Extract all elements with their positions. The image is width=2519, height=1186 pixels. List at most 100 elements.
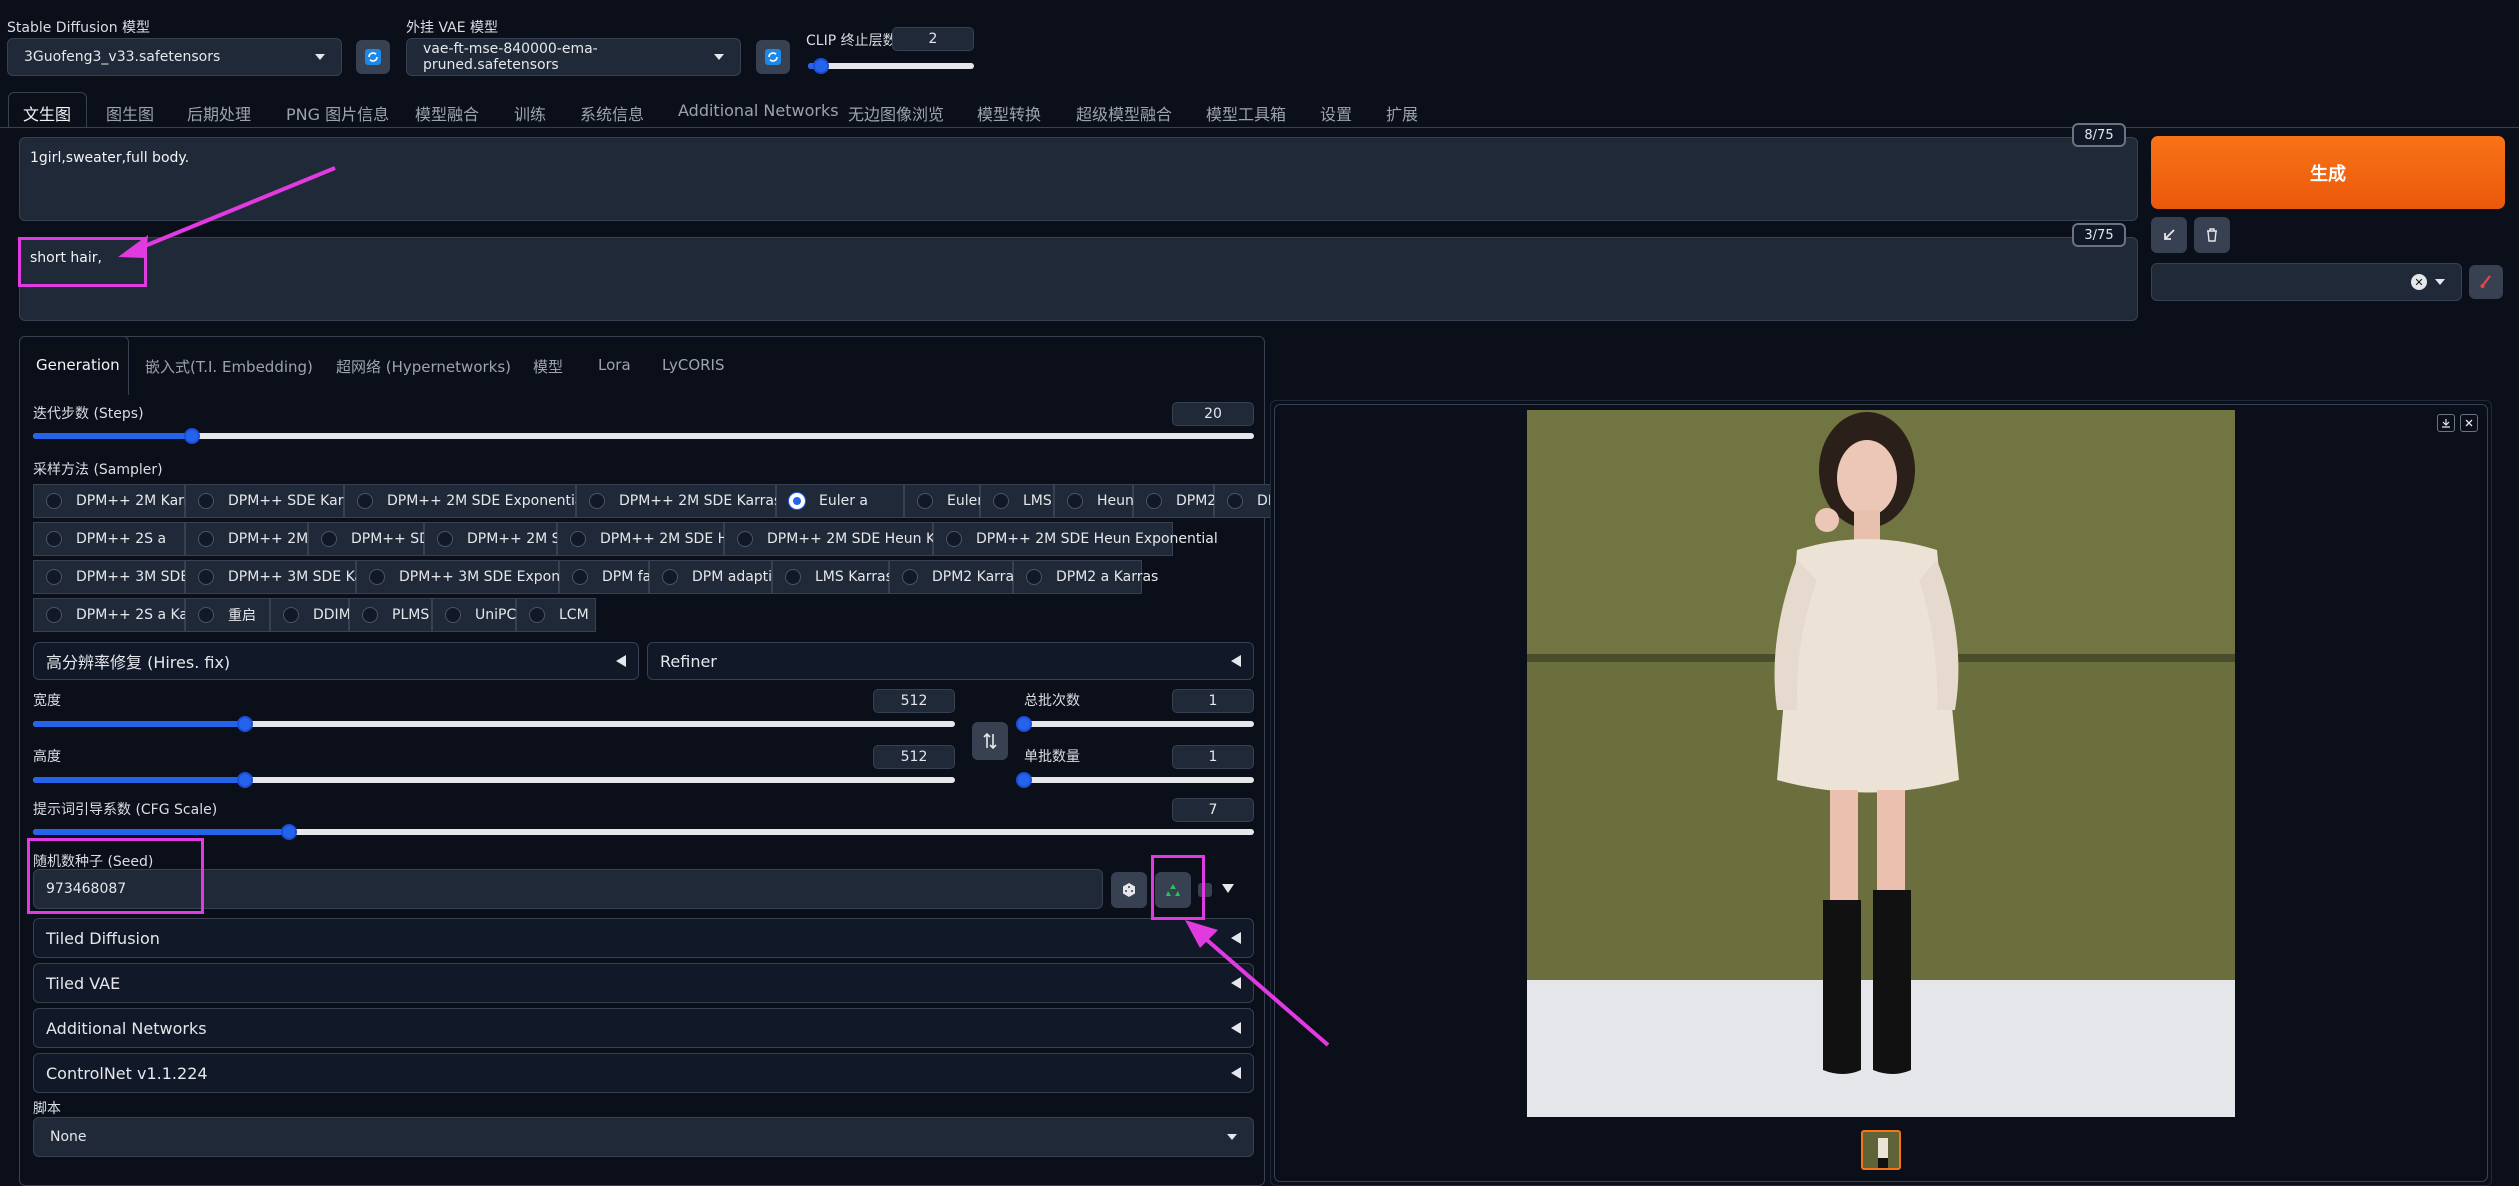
clip-slider[interactable] <box>808 58 974 74</box>
generated-image[interactable] <box>1527 410 2235 1117</box>
sampler-option[interactable]: DPM++ 2M SDE Heun <box>557 522 755 556</box>
height-slider[interactable] <box>33 772 955 788</box>
sampler-option[interactable]: Euler a <box>776 484 904 518</box>
tab-0[interactable]: 文生图 <box>23 101 71 125</box>
sampler-option[interactable]: DPM++ SDE <box>308 522 439 556</box>
radio-icon <box>993 493 1009 509</box>
batch-size-slider[interactable] <box>1016 772 1254 788</box>
sampler-option[interactable]: 重启 <box>185 598 270 632</box>
sampler-option[interactable]: LCM <box>516 598 596 632</box>
sampler-option[interactable]: DPM2 a Karras <box>1013 560 1158 594</box>
sampler-option[interactable]: DPM++ 3M SDE Exponential <box>356 560 599 594</box>
tab-2[interactable]: 后期处理 <box>187 101 251 125</box>
sampler-option[interactable]: DPM++ SDE Karras <box>185 484 365 518</box>
tab-11[interactable]: 模型工具箱 <box>1206 101 1286 125</box>
download-button[interactable] <box>2437 414 2455 432</box>
read-params-button[interactable] <box>2151 217 2187 253</box>
cfg-value[interactable]: 7 <box>1172 798 1254 822</box>
refresh-model-button[interactable] <box>356 40 390 74</box>
sampler-option[interactable]: DPM2 Karras <box>889 560 1021 594</box>
tab-13[interactable]: 扩展 <box>1386 101 1418 125</box>
batch-count-slider[interactable] <box>1016 716 1254 732</box>
sampler-option[interactable]: DPM++ 2S a <box>33 522 185 556</box>
clear-icon[interactable]: ✕ <box>2411 274 2427 290</box>
batch-count-slider-knob[interactable] <box>1016 716 1032 732</box>
width-value[interactable]: 512 <box>873 689 955 713</box>
width-slider-knob[interactable] <box>237 716 254 732</box>
tab-12[interactable]: 设置 <box>1320 101 1352 125</box>
subtab-4[interactable]: Lora <box>598 356 631 374</box>
sd-model-dropdown[interactable]: 3Guofeng3_v33.safetensors <box>7 38 342 76</box>
sampler-option[interactable]: Heun <box>1054 484 1134 518</box>
sampler-option[interactable]: DPM++ 3M SDE <box>33 560 189 594</box>
steps-slider[interactable] <box>33 428 1254 444</box>
vae-dropdown[interactable]: vae-ft-mse-840000-ema-pruned.safetensors <box>406 38 741 76</box>
sampler-option[interactable]: DPM2 <box>1133 484 1216 518</box>
refresh-vae-button[interactable] <box>756 40 790 74</box>
sampler-option[interactable]: UniPC <box>432 598 516 632</box>
random-seed-button[interactable] <box>1111 872 1147 908</box>
steps-slider-knob[interactable] <box>183 428 200 444</box>
script-value: None <box>50 1129 87 1145</box>
sampler-option[interactable]: DPM++ 2M SDE Heun Exponential <box>933 522 1218 556</box>
tab-9[interactable]: 模型转换 <box>977 101 1041 125</box>
edit-styles-button[interactable] <box>2469 265 2503 299</box>
subtab-2[interactable]: 超网络 (Hypernetworks) <box>336 356 511 377</box>
generate-button[interactable]: 生成 <box>2151 136 2505 209</box>
refiner-accordion[interactable]: Refiner <box>647 642 1254 680</box>
batch-size-value[interactable]: 1 <box>1172 745 1254 769</box>
subtab-3[interactable]: 模型 <box>533 356 563 377</box>
tab-1[interactable]: 图生图 <box>106 101 154 125</box>
sampler-option[interactable]: DPM++ 2M SDE Exponential <box>344 484 587 518</box>
sampler-option[interactable]: Euler <box>904 484 983 518</box>
swap-dimensions-button[interactable] <box>972 722 1008 760</box>
sampler-option[interactable]: DPM++ 2M SDE Heun Karras <box>724 522 971 556</box>
height-value[interactable]: 512 <box>873 745 955 769</box>
hires-fix-accordion[interactable]: 高分辨率修复 (Hires. fix) <box>33 642 639 680</box>
accordion-label: ControlNet v1.1.224 <box>46 1063 208 1083</box>
style-dropdown[interactable]: ✕ <box>2151 263 2462 301</box>
sampler-option[interactable]: DPM adaptive <box>649 560 789 594</box>
sampler-option-label: DPM++ 3M SDE <box>76 569 190 585</box>
sampler-option[interactable]: DDIM <box>270 598 351 632</box>
accordion-2[interactable]: Additional Networks <box>33 1008 1254 1048</box>
tab-10[interactable]: 超级模型融合 <box>1076 101 1172 125</box>
width-slider[interactable] <box>33 716 955 732</box>
batch-count-value[interactable]: 1 <box>1172 689 1254 713</box>
sampler-option[interactable]: DPM++ 2M Karras <box>33 484 205 518</box>
subtab-5[interactable]: LyCORIS <box>662 356 725 374</box>
batch-size-slider-knob[interactable] <box>1016 772 1032 788</box>
tab-3[interactable]: PNG 图片信息 <box>286 101 389 125</box>
height-slider-knob[interactable] <box>237 772 254 788</box>
sampler-option[interactable]: DPM++ 2M SDE Karras <box>576 484 781 518</box>
accordion-3[interactable]: ControlNet v1.1.224 <box>33 1053 1254 1093</box>
sampler-option[interactable]: LMS <box>980 484 1054 518</box>
tab-4[interactable]: 模型融合 <box>415 101 479 125</box>
accordion-0[interactable]: Tiled Diffusion <box>33 918 1254 958</box>
clip-value[interactable]: 2 <box>892 27 974 51</box>
sampler-option[interactable]: DPM++ 2M <box>185 522 308 556</box>
subtab-1[interactable]: 嵌入式(T.I. Embedding) <box>145 356 313 377</box>
tab-6[interactable]: 系统信息 <box>580 101 644 125</box>
positive-prompt-input[interactable]: 1girl,sweater,full body. <box>19 137 2138 221</box>
tab-5[interactable]: 训练 <box>514 101 546 125</box>
accordion-1[interactable]: Tiled VAE <box>33 963 1254 1003</box>
subtab-0[interactable]: Generation <box>36 356 120 374</box>
sampler-option[interactable]: PLMS <box>349 598 432 632</box>
sampler-option[interactable]: DPM fast <box>559 560 664 594</box>
negative-prompt-input[interactable]: short hair, <box>19 237 2138 321</box>
extra-seed-toggle-icon[interactable] <box>1222 884 1234 893</box>
steps-value[interactable]: 20 <box>1172 402 1254 426</box>
sampler-option[interactable]: DPM++ 3M SDE Karras <box>185 560 390 594</box>
cfg-slider[interactable] <box>33 824 1254 840</box>
tab-8[interactable]: 无边图像浏览 <box>848 101 944 125</box>
tab-7[interactable]: Additional Networks <box>678 101 839 120</box>
thumbnail-image[interactable] <box>1861 1130 1901 1170</box>
sampler-option[interactable]: DPM++ 2M SDE <box>424 522 580 556</box>
clear-prompt-button[interactable] <box>2194 217 2230 253</box>
close-image-button[interactable] <box>2460 414 2478 432</box>
script-dropdown[interactable]: None <box>33 1117 1254 1157</box>
clip-slider-knob[interactable] <box>813 58 830 74</box>
sampler-option[interactable]: LMS Karras <box>772 560 893 594</box>
sampler-option[interactable]: DPM++ 2S a Karras <box>33 598 215 632</box>
